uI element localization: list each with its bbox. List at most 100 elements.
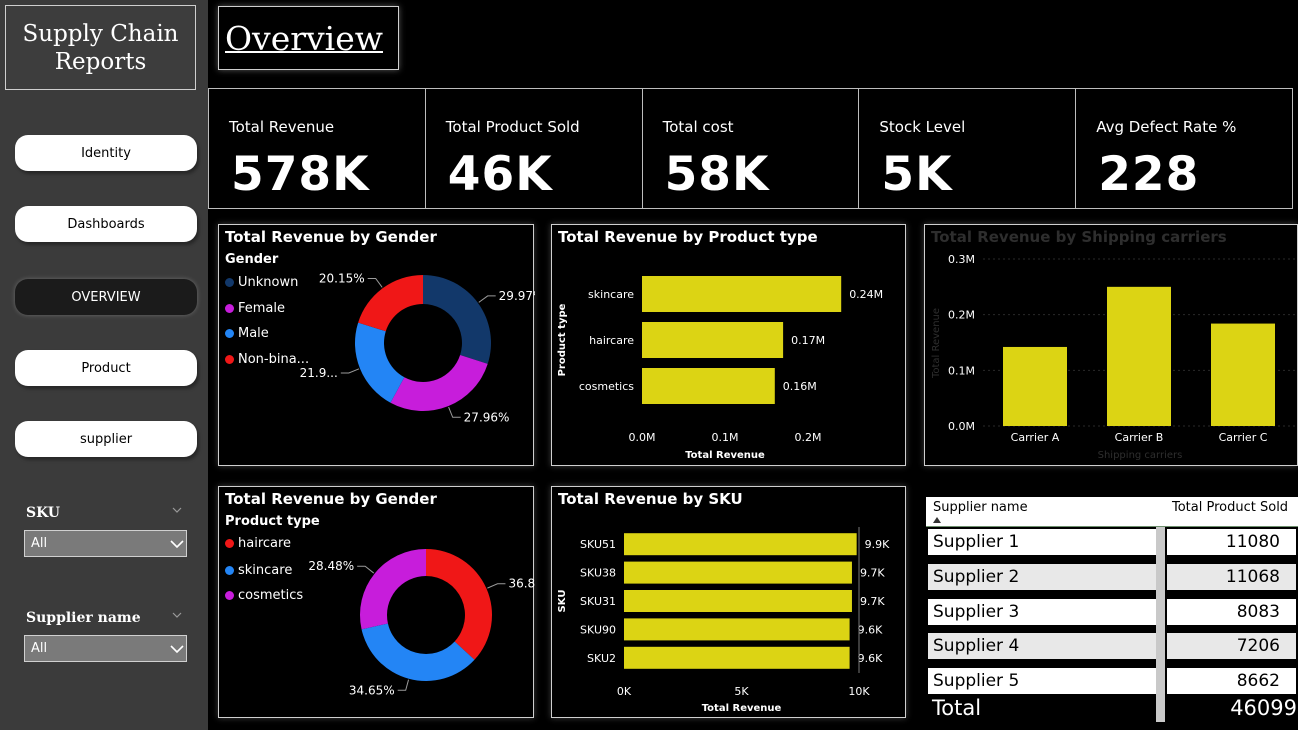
table-row[interactable]: Supplier 3 8083 — [928, 599, 1296, 625]
donut-slice[interactable] — [361, 623, 475, 681]
leader-line — [357, 565, 375, 574]
data-label: 0.24M — [849, 288, 883, 301]
kpi-label: Stock Level — [879, 118, 966, 136]
data-label: 9.9K — [865, 538, 890, 551]
table-cell: Supplier 1 — [928, 529, 1156, 555]
nav-button-label: OVERVIEW — [71, 289, 141, 305]
y-axis-title: SKU — [557, 590, 568, 613]
sku-dropdown-value: All — [31, 536, 48, 551]
data-label: 9.7K — [860, 567, 885, 580]
tick-label: 0.1M — [712, 431, 739, 444]
donut-slice[interactable] — [423, 275, 491, 364]
table-total-label: Total — [932, 696, 982, 720]
bar[interactable] — [1107, 286, 1171, 426]
data-label: 9.6K — [858, 623, 883, 636]
table-row[interactable]: Supplier 1 11080 — [928, 529, 1296, 555]
product-type-donut-chart[interactable]: Total Revenue by Gender Product type hai… — [218, 486, 535, 718]
bar[interactable] — [624, 646, 850, 669]
kpi-value: 5K — [881, 147, 953, 202]
nav-button-supplier[interactable]: supplier — [15, 421, 197, 457]
bar[interactable] — [624, 618, 850, 641]
chevron-down-icon[interactable] — [172, 505, 182, 515]
leader-line — [367, 278, 383, 288]
donut-slice[interactable] — [355, 322, 405, 403]
page-title: Overview — [225, 18, 383, 58]
supplier-dropdown[interactable]: All — [24, 635, 187, 662]
data-label: 29.97% — [499, 289, 535, 303]
tick-label: 0.0M — [948, 420, 975, 433]
tick-label: 0K — [617, 685, 632, 698]
column-header-total-product-sold[interactable]: Total Product Sold — [1172, 500, 1288, 515]
x-axis-title: Total Revenue — [702, 703, 782, 714]
nav-button-label: Product — [81, 360, 131, 376]
donut-slice[interactable] — [360, 549, 426, 630]
table-cell: Supplier 3 — [928, 599, 1156, 625]
bar-plot: skincare 0.24M haircare 0.17M cosmetics 0.16M… — [557, 276, 883, 461]
leader-line — [448, 406, 461, 418]
chevron-down-icon — [170, 644, 184, 653]
table-cell: 11080 — [1167, 529, 1296, 555]
leader-line — [487, 583, 506, 589]
bar[interactable] — [624, 533, 857, 556]
bar[interactable] — [1003, 346, 1067, 426]
x-axis-title: Total Revenue — [685, 450, 765, 461]
category-label: haircare — [589, 334, 634, 347]
table-cell: 8083 — [1167, 599, 1296, 625]
table-cell: 11068 — [1167, 564, 1296, 590]
kpi-value: 578K — [231, 147, 370, 202]
table-cell: Supplier 2 — [928, 564, 1156, 590]
table-cell: Supplier 5 — [928, 668, 1156, 694]
chevron-down-icon — [170, 539, 184, 548]
donut-slice[interactable] — [426, 549, 492, 660]
bar[interactable] — [642, 276, 842, 312]
sku-dropdown[interactable]: All — [24, 530, 187, 557]
kpi-label: Total Revenue — [229, 118, 335, 136]
column-header-supplier-name[interactable]: Supplier name — [933, 500, 1028, 515]
supplier-dropdown-value: All — [31, 641, 48, 656]
nav-button-product[interactable]: Product — [15, 350, 197, 386]
bar[interactable] — [642, 322, 784, 358]
donut-slice[interactable] — [358, 275, 423, 332]
category-label: SKU38 — [580, 567, 616, 580]
kpi-label: Avg Defect Rate % — [1096, 118, 1237, 136]
sort-ascending-icon[interactable] — [933, 517, 941, 523]
gender-donut-chart[interactable]: Total Revenue by Gender Gender Unknown F… — [218, 224, 535, 466]
data-label: 9.6K — [858, 652, 883, 665]
kpi-value: 58K — [664, 147, 770, 202]
supplier-slicer-label: Supplier name — [26, 610, 141, 626]
kpi-card: Stock Level 5K — [859, 89, 1077, 208]
nav-button-identity[interactable]: Identity — [15, 135, 197, 171]
product-type-bar-chart[interactable]: Total Revenue by Product type skincare 0.… — [551, 224, 906, 466]
kpi-card: Avg Defect Rate % 228 — [1076, 89, 1292, 208]
category-label: cosmetics — [579, 380, 634, 393]
kpi-label: Total Product Sold — [445, 118, 580, 136]
sku-bar-chart[interactable]: Total Revenue by SKU SKU51 9.9K SKU38 9.7K S… — [551, 486, 906, 718]
bar[interactable] — [624, 590, 852, 612]
category-label: SKU2 — [587, 652, 616, 665]
data-label: 0.17M — [791, 334, 825, 347]
bar[interactable] — [642, 368, 775, 404]
category-label: Carrier A — [1011, 431, 1060, 444]
bar[interactable] — [1211, 323, 1275, 426]
nav-button-overview[interactable]: OVERVIEW — [15, 279, 197, 315]
bar-plot: 0.0M 0.1M 0.2M 0.3M Carrier A Carrier B Carrie… — [931, 253, 1295, 461]
table-cell: 8662 — [1167, 668, 1296, 694]
data-label: 28.48% — [308, 559, 354, 573]
tick-label: 0.2M — [795, 431, 822, 444]
bar[interactable] — [624, 561, 852, 584]
table-row[interactable]: Supplier 4 7206 — [928, 633, 1296, 659]
donut-slice[interactable] — [390, 354, 488, 411]
supplier-table[interactable]: Supplier name Total Product Sold Supplie… — [926, 497, 1298, 730]
chevron-down-icon[interactable] — [172, 610, 182, 620]
tick-label: 0.3M — [948, 253, 975, 266]
shipping-carriers-bar-chart[interactable]: Total Revenue by Shipping carriers 0.0M 0… — [924, 224, 1298, 466]
kpi-card: Total Product Sold 46K — [426, 89, 643, 208]
app-title-text: Supply Chain Reports — [22, 20, 179, 75]
y-axis-title: Product type — [557, 303, 568, 376]
table-row[interactable]: Supplier 5 8662 — [928, 668, 1296, 694]
table-cell: 7206 — [1167, 633, 1296, 659]
nav-button-dashboards[interactable]: Dashboards — [15, 206, 197, 242]
table-row[interactable]: Supplier 2 11068 — [928, 564, 1296, 590]
kpi-label: Total cost — [662, 118, 734, 136]
kpi-card: Total Revenue 578K — [209, 89, 426, 208]
